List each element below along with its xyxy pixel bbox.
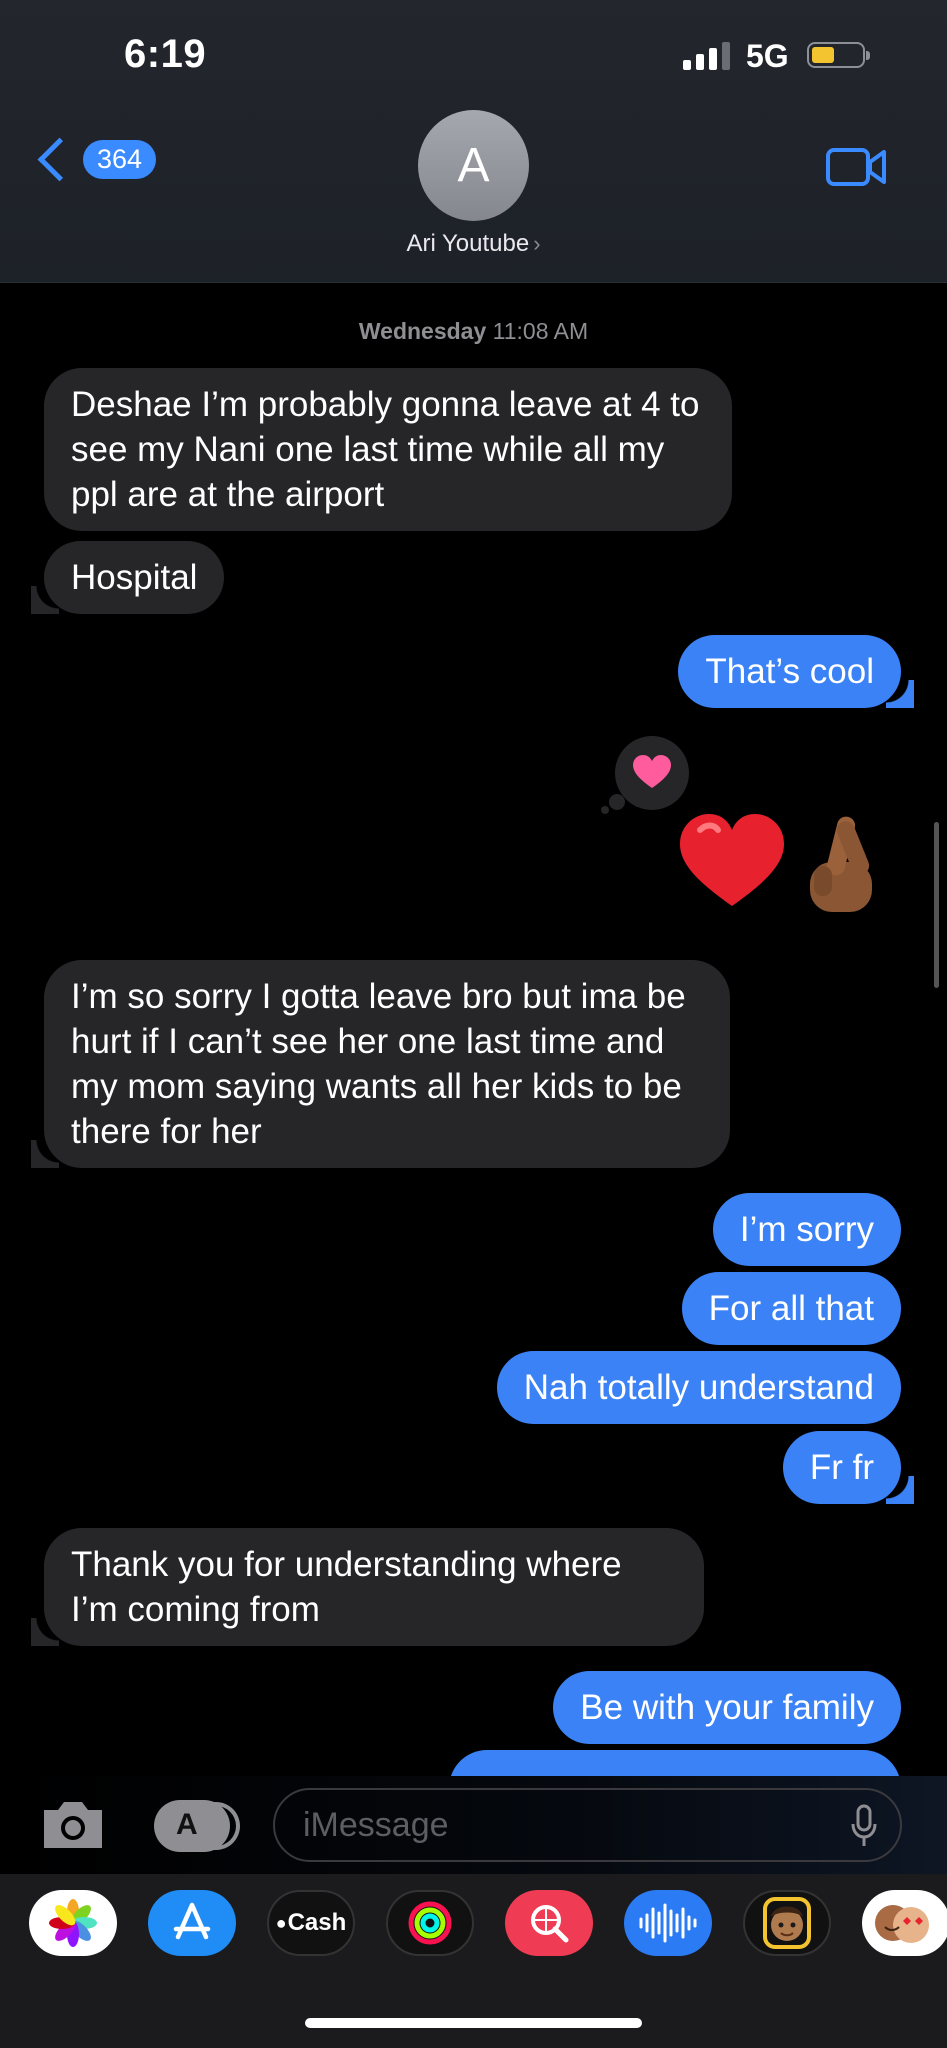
battery-icon [807,42,870,68]
memoji-stickers-icon[interactable] [862,1890,947,1956]
back-button[interactable]: 364 [34,137,157,182]
contact-avatar[interactable]: A [418,110,529,221]
emoji-message[interactable] [676,806,896,921]
unread-count-badge: 364 [83,140,157,179]
message-input[interactable]: iMessage [273,1788,902,1862]
contact-name: Ari Youtube [406,230,530,257]
signal-strength-icon [683,42,730,70]
audio-message-icon[interactable] [624,1890,712,1956]
activity-icon[interactable] [386,1890,474,1956]
memoji-icon[interactable] [743,1890,831,1956]
outgoing-message[interactable]: For all that [681,1272,901,1345]
scrollbar[interactable] [934,822,939,988]
image-search-icon[interactable] [505,1890,593,1956]
outgoing-message[interactable]: Fr fr [782,1431,915,1504]
outgoing-message[interactable]: Nah totally understand [496,1351,901,1424]
chevron-left-icon [37,137,82,182]
avatar-initial: A [457,139,490,192]
incoming-message[interactable]: Thank you for understanding where I’m co… [44,1528,704,1646]
photos-icon[interactable] [29,1890,117,1956]
network-type: 5G [746,38,789,74]
incoming-message[interactable]: Deshae I’m probably gonna leave at 4 to … [44,368,732,531]
home-indicator[interactable] [305,2018,642,2028]
chevron-right-icon: › [533,231,541,256]
apple-cash-label: Cash [287,1909,347,1936]
video-camera-icon[interactable] [826,146,888,193]
apple-cash-icon[interactable]: ● Cash [267,1890,355,1956]
outgoing-message[interactable]: I’m sorry [712,1193,901,1266]
timestamp-time: 11:08 AM [492,318,589,344]
app-store-icon[interactable]: A [154,1800,240,1852]
contact-name-button[interactable]: Ari Youtube › [0,230,947,258]
app-store-icon[interactable] [148,1890,236,1956]
status-time: 6:19 [124,32,207,76]
outgoing-message[interactable]: Be with your family [553,1671,901,1744]
red-heart-emoji [680,814,784,906]
incoming-message[interactable]: Hospital [44,541,225,614]
message-placeholder: iMessage [303,1806,449,1844]
incoming-message[interactable]: I’m so sorry I gotta leave bro but ima b… [44,960,730,1168]
timestamp-day: Wednesday [358,318,487,344]
conversation-header: 6:19 5G 364 A Ari Youtube › [0,0,947,283]
microphone-icon[interactable] [850,1804,878,1853]
outgoing-message[interactable]: That’s cool [678,635,914,708]
heart-tapback-icon[interactable] [601,736,689,814]
apple-logo-icon: ● [275,1912,287,1933]
crossed-fingers-emoji [810,816,872,912]
camera-icon[interactable] [38,1796,108,1859]
message-timestamp: Wednesday 11:08 AM [0,318,947,345]
